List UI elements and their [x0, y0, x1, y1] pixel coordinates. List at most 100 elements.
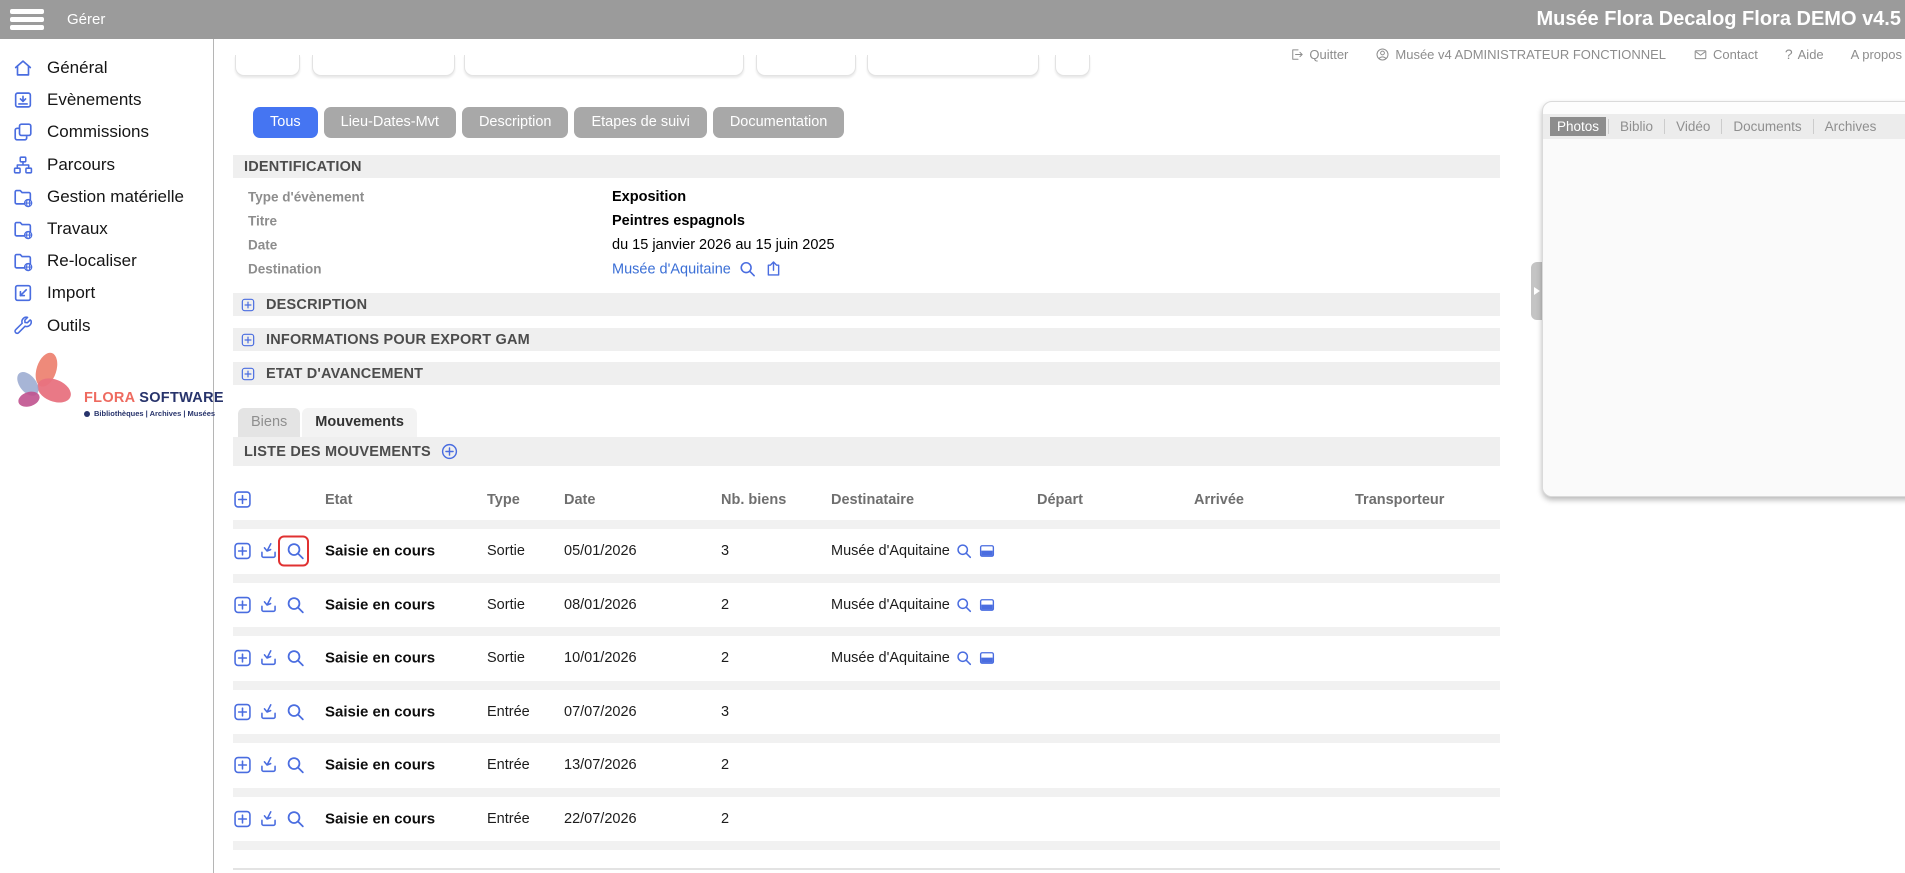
section-title: ETAT D'AVANCEMENT: [266, 366, 423, 382]
window-icon[interactable]: [978, 596, 996, 614]
aide-button[interactable]: ? Aide: [1785, 46, 1824, 62]
open-window-icon[interactable]: [764, 260, 783, 279]
flora-software-logo: FLORA SOFTWARE Bibliothèques | Archives …: [0, 350, 213, 440]
col-destinataire: Destinataire: [831, 492, 914, 508]
section-title: INFORMATIONS POUR EXPORT GAM: [266, 332, 530, 348]
table-row: Saisie en cours Entrée 22/07/2026 2: [214, 797, 1540, 842]
cell-type: Sortie: [487, 597, 525, 613]
cell-nb-biens: 2: [721, 650, 729, 666]
tab-biens[interactable]: Biens: [238, 408, 300, 437]
tab-divider: [1664, 119, 1665, 134]
download-icon[interactable]: [258, 755, 279, 776]
download-icon[interactable]: [258, 648, 279, 669]
search-icon[interactable]: [285, 701, 306, 722]
tab-lieu-dates-mvt[interactable]: Lieu-Dates-Mvt: [324, 107, 456, 138]
download-icon[interactable]: [258, 808, 279, 829]
section-title: DESCRIPTION: [266, 297, 367, 313]
tab-archives[interactable]: Archives: [1816, 117, 1886, 136]
aide-label: Aide: [1798, 47, 1824, 62]
plus-icon[interactable]: [232, 808, 253, 829]
field-label: Titre: [248, 214, 277, 229]
plus-icon[interactable]: [232, 594, 253, 615]
search-icon[interactable]: [955, 596, 973, 614]
destinataire-text: Musée d'Aquitaine: [831, 650, 950, 666]
add-row-icon[interactable]: [232, 489, 253, 510]
toolbar-button-stub[interactable]: [1055, 55, 1090, 76]
folder-globe-icon: [12, 186, 34, 208]
search-icon[interactable]: [285, 808, 306, 829]
toolbar-button-stub[interactable]: [312, 55, 455, 76]
tab-video[interactable]: Vidéo: [1667, 117, 1719, 136]
tab-description[interactable]: Description: [462, 107, 569, 138]
field-value: du 15 janvier 2026 au 15 juin 2025: [612, 237, 835, 253]
contact-button[interactable]: Contact: [1693, 47, 1758, 62]
plus-icon[interactable]: [232, 755, 253, 776]
window-icon[interactable]: [978, 542, 996, 560]
table-row: Saisie en cours Sortie 08/01/2026 2 Musé…: [214, 583, 1540, 628]
tab-etapes-de-suivi[interactable]: Etapes de suivi: [574, 107, 706, 138]
tab-divider: [1721, 119, 1722, 134]
plus-icon[interactable]: [232, 648, 253, 669]
liste-mouvements-header: LISTE DES MOUVEMENTS: [233, 437, 1500, 466]
table-row: Saisie en cours Entrée 13/07/2026 2: [214, 743, 1540, 788]
contact-label: Contact: [1713, 47, 1758, 62]
download-icon[interactable]: [258, 541, 279, 562]
cell-type: Sortie: [487, 650, 525, 666]
avancement-section-header[interactable]: ETAT D'AVANCEMENT: [233, 362, 1500, 385]
col-etat: Etat: [325, 492, 352, 508]
toolbar-button-stub[interactable]: [756, 55, 856, 76]
sidebar-item-outils[interactable]: Outils: [0, 310, 213, 342]
window-icon[interactable]: [978, 649, 996, 667]
toolbar-button-stub[interactable]: [235, 55, 300, 76]
description-section-header[interactable]: DESCRIPTION: [233, 293, 1500, 316]
search-icon[interactable]: [955, 649, 973, 667]
add-movement-icon[interactable]: [440, 442, 459, 461]
download-icon[interactable]: [258, 594, 279, 615]
col-type: Type: [487, 492, 520, 508]
search-icon[interactable]: [955, 542, 973, 560]
download-icon[interactable]: [258, 701, 279, 722]
sidebar-item-gestion-materielle[interactable]: Gestion matérielle: [0, 181, 213, 213]
search-icon[interactable]: [285, 594, 306, 615]
sidebar-item-travaux[interactable]: Travaux: [0, 213, 213, 245]
cell-destinataire: Musée d'Aquitaine: [831, 542, 996, 560]
sidebar-item-label: Parcours: [47, 155, 115, 175]
export-gam-section-header[interactable]: INFORMATIONS POUR EXPORT GAM: [233, 328, 1500, 351]
sidebar-item-parcours[interactable]: Parcours: [0, 149, 213, 181]
sidebar-item-evenements[interactable]: Evènements: [0, 84, 213, 116]
home-icon: [12, 57, 34, 79]
gerer-menu[interactable]: Gérer: [67, 0, 105, 39]
apropos-button[interactable]: A propos: [1851, 47, 1902, 62]
sidebar-item-commissions[interactable]: Commissions: [0, 116, 213, 148]
sidebar-item-general[interactable]: Général: [0, 52, 213, 84]
search-icon[interactable]: [738, 260, 757, 279]
cell-type: Entrée: [487, 811, 530, 827]
destination-link[interactable]: Musée d'Aquitaine: [612, 261, 731, 277]
plus-icon[interactable]: [232, 541, 253, 562]
toolbar-button-stub[interactable]: [464, 55, 744, 76]
tab-photos[interactable]: Photos: [1550, 117, 1606, 136]
tab-mouvements[interactable]: Mouvements: [302, 408, 417, 437]
plus-icon[interactable]: [232, 701, 253, 722]
tab-tous[interactable]: Tous: [253, 107, 318, 138]
expand-plus-icon[interactable]: [240, 332, 256, 348]
media-panel: Photos Biblio Vidéo Documents Archives: [1542, 101, 1905, 497]
sidebar-item-relocaliser[interactable]: Re-localiser: [0, 245, 213, 277]
toolbar-button-stub[interactable]: [867, 55, 1039, 76]
bottom-separator: [233, 868, 1500, 870]
field-titre: Titre Peintres espagnols: [214, 209, 1514, 233]
tab-documentation[interactable]: Documentation: [713, 107, 845, 138]
cell-date: 07/07/2026: [564, 704, 637, 720]
sidebar-item-import[interactable]: Import: [0, 277, 213, 309]
hamburger-menu-icon[interactable]: [10, 9, 46, 30]
tagline-text: Bibliothèques | Archives | Musées: [94, 409, 215, 418]
search-icon[interactable]: [285, 541, 306, 562]
search-icon[interactable]: [285, 755, 306, 776]
expand-plus-icon[interactable]: [240, 366, 256, 382]
table-row: Saisie en cours Sortie 10/01/2026 2 Musé…: [214, 636, 1540, 681]
expand-plus-icon[interactable]: [240, 297, 256, 313]
search-icon[interactable]: [285, 648, 306, 669]
tab-documents[interactable]: Documents: [1724, 117, 1810, 136]
tab-biblio[interactable]: Biblio: [1611, 117, 1662, 136]
logo-tagline: Bibliothèques | Archives | Musées: [84, 409, 215, 418]
